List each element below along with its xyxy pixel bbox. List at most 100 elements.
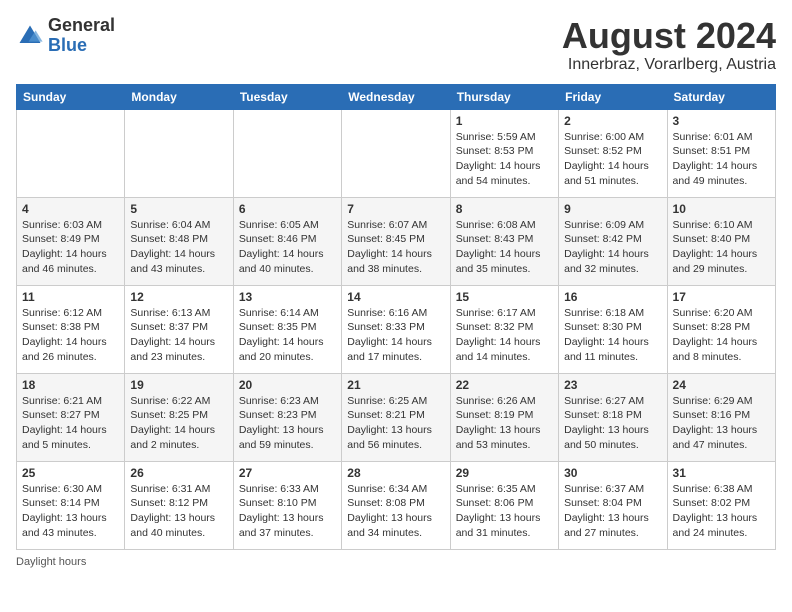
calendar-cell: 6 Sunrise: 6:05 AM Sunset: 8:46 PM Daylig… — [233, 197, 341, 285]
calendar-cell: 9Sunrise: 6:09 AM Sunset: 8:42 PM Daylig… — [559, 197, 667, 285]
day-number: 22 — [456, 378, 553, 392]
day-number: 4 — [22, 202, 119, 216]
day-number: 11 — [22, 290, 119, 304]
day-number: 12 — [130, 290, 227, 304]
calendar-cell: 18Sunrise: 6:21 AM Sunset: 8:27 PM Dayli… — [17, 373, 125, 461]
calendar-day-header: Wednesday — [342, 84, 450, 109]
calendar-week-row: 25Sunrise: 6:30 AM Sunset: 8:14 PM Dayli… — [17, 461, 776, 549]
calendar-cell: 21 Sunrise: 6:25 AM Sunset: 8:21 PM Dayli… — [342, 373, 450, 461]
day-number: 17 — [673, 290, 770, 304]
day-info: Sunrise: 6:26 AM Sunset: 8:19 PM Dayligh… — [456, 394, 553, 453]
calendar-cell: 14 Sunrise: 6:16 AM Sunset: 8:33 PM Dayli… — [342, 285, 450, 373]
header: General Blue August 2024 Innerbraz, Vora… — [16, 16, 776, 74]
day-number: 3 — [673, 114, 770, 128]
calendar-cell: 5Sunrise: 6:04 AM Sunset: 8:48 PM Daylig… — [125, 197, 233, 285]
calendar-day-header: Monday — [125, 84, 233, 109]
calendar-cell: 23 Sunrise: 6:27 AM Sunset: 8:18 PM Dayli… — [559, 373, 667, 461]
day-info: Sunrise: 6:31 AM Sunset: 8:12 PM Dayligh… — [130, 482, 227, 541]
day-number: 26 — [130, 466, 227, 480]
calendar-cell: 22 Sunrise: 6:26 AM Sunset: 8:19 PM Dayli… — [450, 373, 558, 461]
day-number: 23 — [564, 378, 661, 392]
day-info: Sunrise: 6:20 AM Sunset: 8:28 PM Dayligh… — [673, 306, 770, 365]
calendar-cell: 12 Sunrise: 6:13 AM Sunset: 8:37 PM Dayli… — [125, 285, 233, 373]
calendar-cell: 4 Sunrise: 6:03 AM Sunset: 8:49 PM Daylig… — [17, 197, 125, 285]
logo-general-text: General — [48, 15, 115, 35]
day-number: 1 — [456, 114, 553, 128]
calendar-cell: 13 Sunrise: 6:14 AM Sunset: 8:35 PM Dayli… — [233, 285, 341, 373]
logo-blue-text: Blue — [48, 35, 87, 55]
day-number: 13 — [239, 290, 336, 304]
day-number: 15 — [456, 290, 553, 304]
day-number: 27 — [239, 466, 336, 480]
day-info: Sunrise: 6:05 AM Sunset: 8:46 PM Dayligh… — [239, 218, 336, 277]
day-number: 6 — [239, 202, 336, 216]
day-info: Sunrise: 6:27 AM Sunset: 8:18 PM Dayligh… — [564, 394, 661, 453]
day-info: Sunrise: 6:34 AM Sunset: 8:08 PM Dayligh… — [347, 482, 444, 541]
day-info: Sunrise: 6:25 AM Sunset: 8:21 PM Dayligh… — [347, 394, 444, 453]
calendar-cell: 17 Sunrise: 6:20 AM Sunset: 8:28 PM Dayli… — [667, 285, 775, 373]
day-info: Sunrise: 6:14 AM Sunset: 8:35 PM Dayligh… — [239, 306, 336, 365]
calendar-cell: 25Sunrise: 6:30 AM Sunset: 8:14 PM Dayli… — [17, 461, 125, 549]
calendar-day-header: Friday — [559, 84, 667, 109]
calendar-cell: 3 Sunrise: 6:01 AM Sunset: 8:51 PM Daylig… — [667, 109, 775, 197]
day-info: Sunrise: 6:04 AM Sunset: 8:48 PM Dayligh… — [130, 218, 227, 277]
day-number: 30 — [564, 466, 661, 480]
calendar-cell: 30 Sunrise: 6:37 AM Sunset: 8:04 PM Dayli… — [559, 461, 667, 549]
calendar-cell — [125, 109, 233, 197]
day-number: 10 — [673, 202, 770, 216]
day-number: 19 — [130, 378, 227, 392]
logo-icon — [16, 22, 44, 50]
day-info: Sunrise: 6:10 AM Sunset: 8:40 PM Dayligh… — [673, 218, 770, 277]
day-info: Sunrise: 6:29 AM Sunset: 8:16 PM Dayligh… — [673, 394, 770, 453]
day-number: 16 — [564, 290, 661, 304]
calendar-table: SundayMondayTuesdayWednesdayThursdayFrid… — [16, 84, 776, 550]
calendar-cell: 24 Sunrise: 6:29 AM Sunset: 8:16 PM Dayli… — [667, 373, 775, 461]
day-info: Sunrise: 6:00 AM Sunset: 8:52 PM Dayligh… — [564, 130, 661, 189]
day-info: Sunrise: 6:37 AM Sunset: 8:04 PM Dayligh… — [564, 482, 661, 541]
day-info: Sunrise: 6:23 AM Sunset: 8:23 PM Dayligh… — [239, 394, 336, 453]
day-number: 8 — [456, 202, 553, 216]
day-info: Sunrise: 6:16 AM Sunset: 8:33 PM Dayligh… — [347, 306, 444, 365]
day-info: Sunrise: 5:59 AM Sunset: 8:53 PM Dayligh… — [456, 130, 553, 189]
day-info: Sunrise: 6:07 AM Sunset: 8:45 PM Dayligh… — [347, 218, 444, 277]
day-number: 9 — [564, 202, 661, 216]
calendar-week-row: 4 Sunrise: 6:03 AM Sunset: 8:49 PM Daylig… — [17, 197, 776, 285]
day-info: Sunrise: 6:01 AM Sunset: 8:51 PM Dayligh… — [673, 130, 770, 189]
calendar-cell: 15 Sunrise: 6:17 AM Sunset: 8:32 PM Dayli… — [450, 285, 558, 373]
calendar-cell: 1 Sunrise: 5:59 AM Sunset: 8:53 PM Daylig… — [450, 109, 558, 197]
day-number: 20 — [239, 378, 336, 392]
calendar-cell: 7 Sunrise: 6:07 AM Sunset: 8:45 PM Daylig… — [342, 197, 450, 285]
calendar-cell — [17, 109, 125, 197]
calendar-cell — [233, 109, 341, 197]
calendar-cell: 29Sunrise: 6:35 AM Sunset: 8:06 PM Dayli… — [450, 461, 558, 549]
day-info: Sunrise: 6:13 AM Sunset: 8:37 PM Dayligh… — [130, 306, 227, 365]
day-number: 7 — [347, 202, 444, 216]
day-info: Sunrise: 6:33 AM Sunset: 8:10 PM Dayligh… — [239, 482, 336, 541]
calendar-week-row: 1 Sunrise: 5:59 AM Sunset: 8:53 PM Daylig… — [17, 109, 776, 197]
calendar-header-row: SundayMondayTuesdayWednesdayThursdayFrid… — [17, 84, 776, 109]
calendar-cell: 8Sunrise: 6:08 AM Sunset: 8:43 PM Daylig… — [450, 197, 558, 285]
day-number: 24 — [673, 378, 770, 392]
calendar-cell: 31Sunrise: 6:38 AM Sunset: 8:02 PM Dayli… — [667, 461, 775, 549]
day-number: 2 — [564, 114, 661, 128]
day-number: 25 — [22, 466, 119, 480]
calendar-day-header: Saturday — [667, 84, 775, 109]
calendar-cell: 26 Sunrise: 6:31 AM Sunset: 8:12 PM Dayli… — [125, 461, 233, 549]
calendar-day-header: Sunday — [17, 84, 125, 109]
calendar-cell: 20 Sunrise: 6:23 AM Sunset: 8:23 PM Dayli… — [233, 373, 341, 461]
logo: General Blue — [16, 16, 115, 56]
day-info: Sunrise: 6:22 AM Sunset: 8:25 PM Dayligh… — [130, 394, 227, 453]
day-info: Sunrise: 6:18 AM Sunset: 8:30 PM Dayligh… — [564, 306, 661, 365]
calendar-cell: 10 Sunrise: 6:10 AM Sunset: 8:40 PM Dayli… — [667, 197, 775, 285]
calendar-cell: 11 Sunrise: 6:12 AM Sunset: 8:38 PM Dayli… — [17, 285, 125, 373]
day-info: Sunrise: 6:12 AM Sunset: 8:38 PM Dayligh… — [22, 306, 119, 365]
calendar-day-header: Thursday — [450, 84, 558, 109]
day-info: Sunrise: 6:38 AM Sunset: 8:02 PM Dayligh… — [673, 482, 770, 541]
day-number: 14 — [347, 290, 444, 304]
day-info: Sunrise: 6:03 AM Sunset: 8:49 PM Dayligh… — [22, 218, 119, 277]
calendar-cell — [342, 109, 450, 197]
day-number: 21 — [347, 378, 444, 392]
day-info: Sunrise: 6:17 AM Sunset: 8:32 PM Dayligh… — [456, 306, 553, 365]
day-number: 18 — [22, 378, 119, 392]
calendar-week-row: 18Sunrise: 6:21 AM Sunset: 8:27 PM Dayli… — [17, 373, 776, 461]
